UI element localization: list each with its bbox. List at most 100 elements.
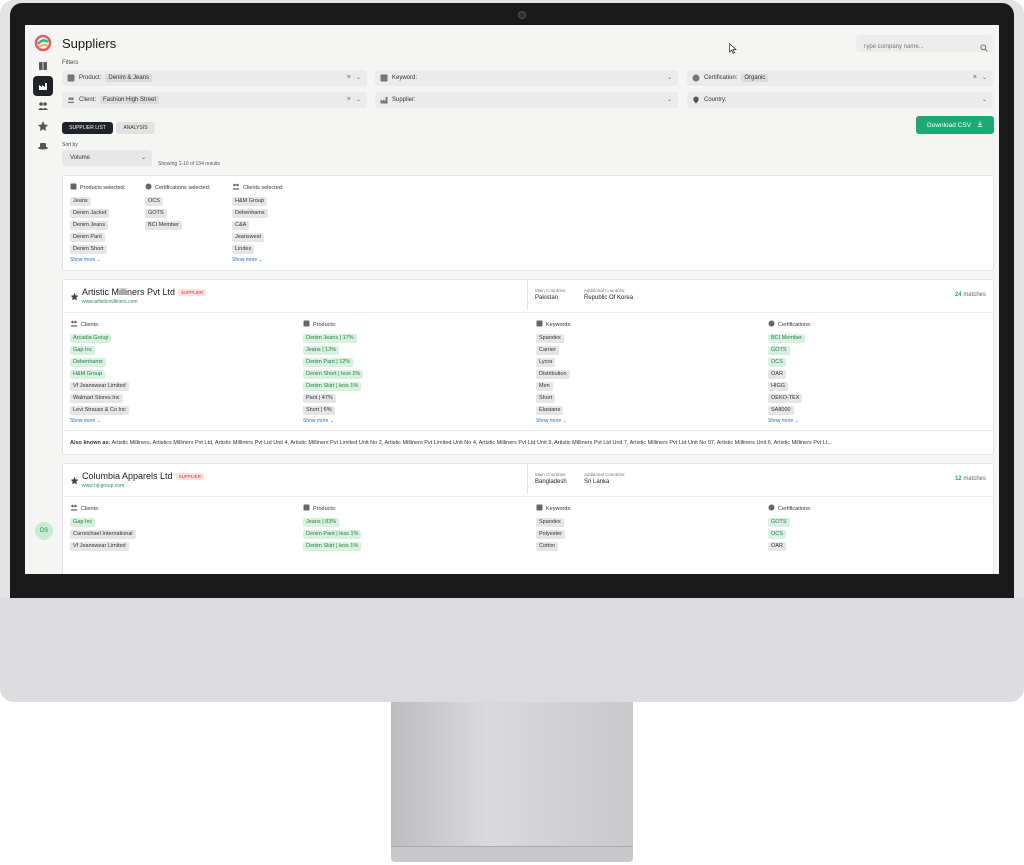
- factory-icon[interactable]: [33, 76, 53, 96]
- supplier-filter[interactable]: Supplier: ⌄: [375, 92, 678, 108]
- certification-filter-chip[interactable]: Organic: [741, 74, 769, 82]
- supplier-name[interactable]: Columbia Apparels Ltd SUPPLIER: [82, 471, 204, 481]
- supplier-card[interactable]: Columbia Apparels Ltd SUPPLIER www.nij-g…: [62, 463, 994, 574]
- star-icon[interactable]: [70, 288, 79, 306]
- selected-client-tag[interactable]: H&M Group: [232, 197, 268, 206]
- selected-certification-tag[interactable]: OCS: [145, 197, 163, 206]
- selected-client-tag[interactable]: Jeanswest: [232, 233, 264, 242]
- certification-filter[interactable]: Certification: Organic × ⌄: [687, 70, 993, 86]
- keyword-tag[interactable]: Spandex: [536, 334, 564, 343]
- product-tag[interactable]: Denim Skirt | less 1%: [303, 542, 362, 551]
- product-tag[interactable]: Jeans | 83%: [303, 518, 340, 527]
- product-filter-chip[interactable]: Denim & Jeans: [105, 74, 153, 82]
- users-icon[interactable]: [35, 98, 51, 114]
- show-more-link[interactable]: Show more ⌄: [232, 257, 283, 263]
- supplier-url-link[interactable]: www.nij-group.com: [82, 483, 124, 489]
- keyword-tag[interactable]: Lycra: [536, 358, 556, 367]
- chevron-down-icon[interactable]: ⌄: [356, 74, 361, 81]
- certification-tag[interactable]: GOTS: [768, 346, 790, 355]
- client-tag[interactable]: Carmichael International: [70, 530, 136, 539]
- chevron-down-icon[interactable]: ⌄: [141, 154, 146, 161]
- certification-tag[interactable]: OAR: [768, 370, 786, 379]
- keyword-tag[interactable]: Short: [536, 394, 556, 403]
- product-tag[interactable]: Denim Pant | less 1%: [303, 530, 362, 539]
- selected-client-tag[interactable]: Debenhams: [232, 209, 268, 218]
- client-tag[interactable]: Gap Inc: [70, 518, 96, 527]
- product-tag[interactable]: Pant | 47%: [303, 394, 336, 403]
- chevron-down-icon[interactable]: ⌄: [667, 96, 672, 103]
- selected-product-tag[interactable]: Denim Jeans: [70, 221, 109, 230]
- client-tag[interactable]: Debenhams: [70, 358, 106, 367]
- certification-tag[interactable]: OCS: [768, 530, 786, 539]
- client-tag[interactable]: Vf Jeanswear Limited: [70, 542, 129, 551]
- client-tag[interactable]: Arcadia Group: [70, 334, 112, 343]
- client-tag[interactable]: Vf Jeanswear Limited: [70, 382, 129, 391]
- selected-client-tag[interactable]: Lindex: [232, 245, 255, 254]
- keyword-tag[interactable]: Spandex: [536, 518, 564, 527]
- client-tag[interactable]: Levi Strauss & Co Inc: [70, 406, 129, 415]
- supplier-card[interactable]: Artistic Milliners Pvt Ltd SUPPLIER www.…: [62, 279, 994, 455]
- supplier-name[interactable]: Artistic Milliners Pvt Ltd SUPPLIER: [82, 287, 207, 297]
- clear-icon[interactable]: ×: [973, 74, 977, 81]
- sort-select[interactable]: Volume ⌄: [62, 150, 152, 166]
- star-icon[interactable]: [70, 472, 79, 490]
- clear-icon[interactable]: ×: [347, 96, 351, 103]
- product-tag[interactable]: Denim Jeans | 17%: [303, 334, 357, 343]
- avatar[interactable]: DS: [35, 522, 53, 540]
- keyword-tag[interactable]: Elastane: [536, 406, 564, 415]
- selected-product-tag[interactable]: Denim Pant: [70, 233, 105, 242]
- country-filter[interactable]: Country: ⌄: [687, 92, 993, 108]
- client-tag[interactable]: Gap Inc: [70, 346, 96, 355]
- selected-product-tag[interactable]: Jeans: [70, 197, 91, 206]
- search-input[interactable]: [856, 38, 974, 56]
- keyword-tag[interactable]: Cotton: [536, 542, 559, 551]
- product-tag[interactable]: Jeans | 12%: [303, 346, 340, 355]
- selected-client-tag[interactable]: C&A: [232, 221, 250, 230]
- show-more-link[interactable]: Show more ⌄: [70, 257, 125, 263]
- selected-product-tag[interactable]: Denim Jacket: [70, 209, 110, 218]
- certification-tag[interactable]: BCI Member: [768, 334, 805, 343]
- product-filter[interactable]: Product: Denim & Jeans × ⌄: [62, 70, 367, 86]
- logo-icon[interactable]: [34, 34, 52, 52]
- keyword-tag[interactable]: Carrier: [536, 346, 559, 355]
- certification-tag[interactable]: OCS: [768, 358, 786, 367]
- star-icon[interactable]: [35, 118, 51, 134]
- chevron-down-icon[interactable]: ⌄: [982, 74, 987, 81]
- hat-icon[interactable]: [35, 138, 51, 154]
- clear-icon[interactable]: ×: [347, 74, 351, 81]
- show-more-link[interactable]: Show more ⌄: [768, 418, 811, 424]
- show-more-link[interactable]: Show more ⌄: [70, 418, 129, 424]
- tab-analysis[interactable]: ANALYSIS: [116, 122, 155, 134]
- show-more-link[interactable]: Show more ⌄: [303, 418, 363, 424]
- company-search[interactable]: [856, 35, 993, 56]
- selected-certification-tag[interactable]: BCI Member: [145, 221, 182, 230]
- show-more-link[interactable]: Show more ⌄: [536, 418, 572, 424]
- search-icon[interactable]: [980, 39, 988, 57]
- download-csv-button[interactable]: Download CSV: [916, 116, 994, 134]
- certification-tag[interactable]: GOTS: [768, 518, 790, 527]
- keyword-tag[interactable]: Polyester: [536, 530, 565, 539]
- client-tag[interactable]: H&M Group: [70, 370, 106, 379]
- product-tag[interactable]: Denim Skirt | less 1%: [303, 382, 362, 391]
- tab-supplier-list[interactable]: SUPPLIER LIST: [62, 122, 113, 134]
- certification-tag[interactable]: SA8000: [768, 406, 794, 415]
- selected-certification-tag[interactable]: GOTS: [145, 209, 167, 218]
- chevron-down-icon[interactable]: ⌄: [667, 74, 672, 81]
- book-icon[interactable]: [35, 58, 51, 74]
- certification-tag[interactable]: OAR: [768, 542, 786, 551]
- certification-tag[interactable]: OEKO-TEX: [768, 394, 803, 403]
- client-filter[interactable]: Client: Fashion High Street × ⌄: [62, 92, 367, 108]
- keyword-tag[interactable]: Men: [536, 382, 553, 391]
- product-tag[interactable]: Denim Short | less 1%: [303, 370, 364, 379]
- client-filter-chip[interactable]: Fashion High Street: [100, 96, 160, 104]
- supplier-url-link[interactable]: www.artisticmilliners.com: [82, 299, 138, 305]
- keyword-tag[interactable]: Distribution: [536, 370, 570, 379]
- keyword-filter[interactable]: Keyword: ⌄: [375, 70, 678, 86]
- certification-tag[interactable]: HIGG: [768, 382, 789, 391]
- chevron-down-icon[interactable]: ⌄: [356, 96, 361, 103]
- chevron-down-icon[interactable]: ⌄: [982, 96, 987, 103]
- product-tag[interactable]: Short | 6%: [303, 406, 335, 415]
- selected-product-tag[interactable]: Denim Short: [70, 245, 107, 254]
- client-tag[interactable]: Walmart Stores Inc: [70, 394, 123, 403]
- product-tag[interactable]: Denim Pant | 12%: [303, 358, 354, 367]
